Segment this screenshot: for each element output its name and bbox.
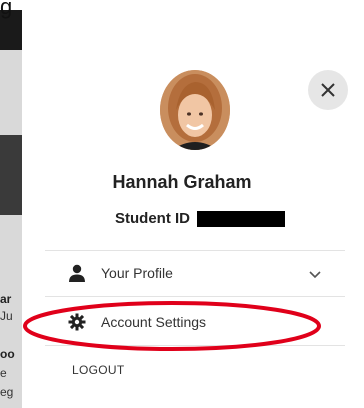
background-text-fragment: g (0, 0, 13, 19)
student-id-redaction (197, 211, 285, 227)
profile-panel (22, 0, 364, 408)
avatar (160, 70, 230, 150)
close-icon (321, 83, 335, 97)
menu-item-your-profile[interactable]: Your Profile (45, 254, 345, 292)
background-text-fragment: e (0, 366, 7, 380)
student-id-label: Student ID (115, 210, 190, 227)
menu-divider (45, 296, 345, 297)
menu-item-account-settings[interactable]: Account Settings (45, 303, 345, 341)
close-button[interactable] (308, 70, 348, 110)
user-name: Hannah Graham (112, 172, 252, 192)
background-text-fragment: oo (0, 347, 15, 361)
menu-divider (45, 345, 345, 346)
logout-link[interactable]: LOGOUT (72, 363, 124, 377)
background-text-fragment: ar (0, 292, 12, 306)
menu-item-label: Account Settings (101, 314, 207, 330)
chevron-down-icon[interactable] (309, 266, 321, 284)
background-text-fragment: Ju (0, 309, 13, 323)
gear-icon (67, 312, 87, 332)
avatar-photo (160, 70, 230, 150)
menu-divider (45, 250, 345, 251)
menu-item-label: Your Profile (101, 265, 173, 281)
person-icon (67, 263, 87, 283)
background-text-fragment: eg (0, 385, 14, 399)
